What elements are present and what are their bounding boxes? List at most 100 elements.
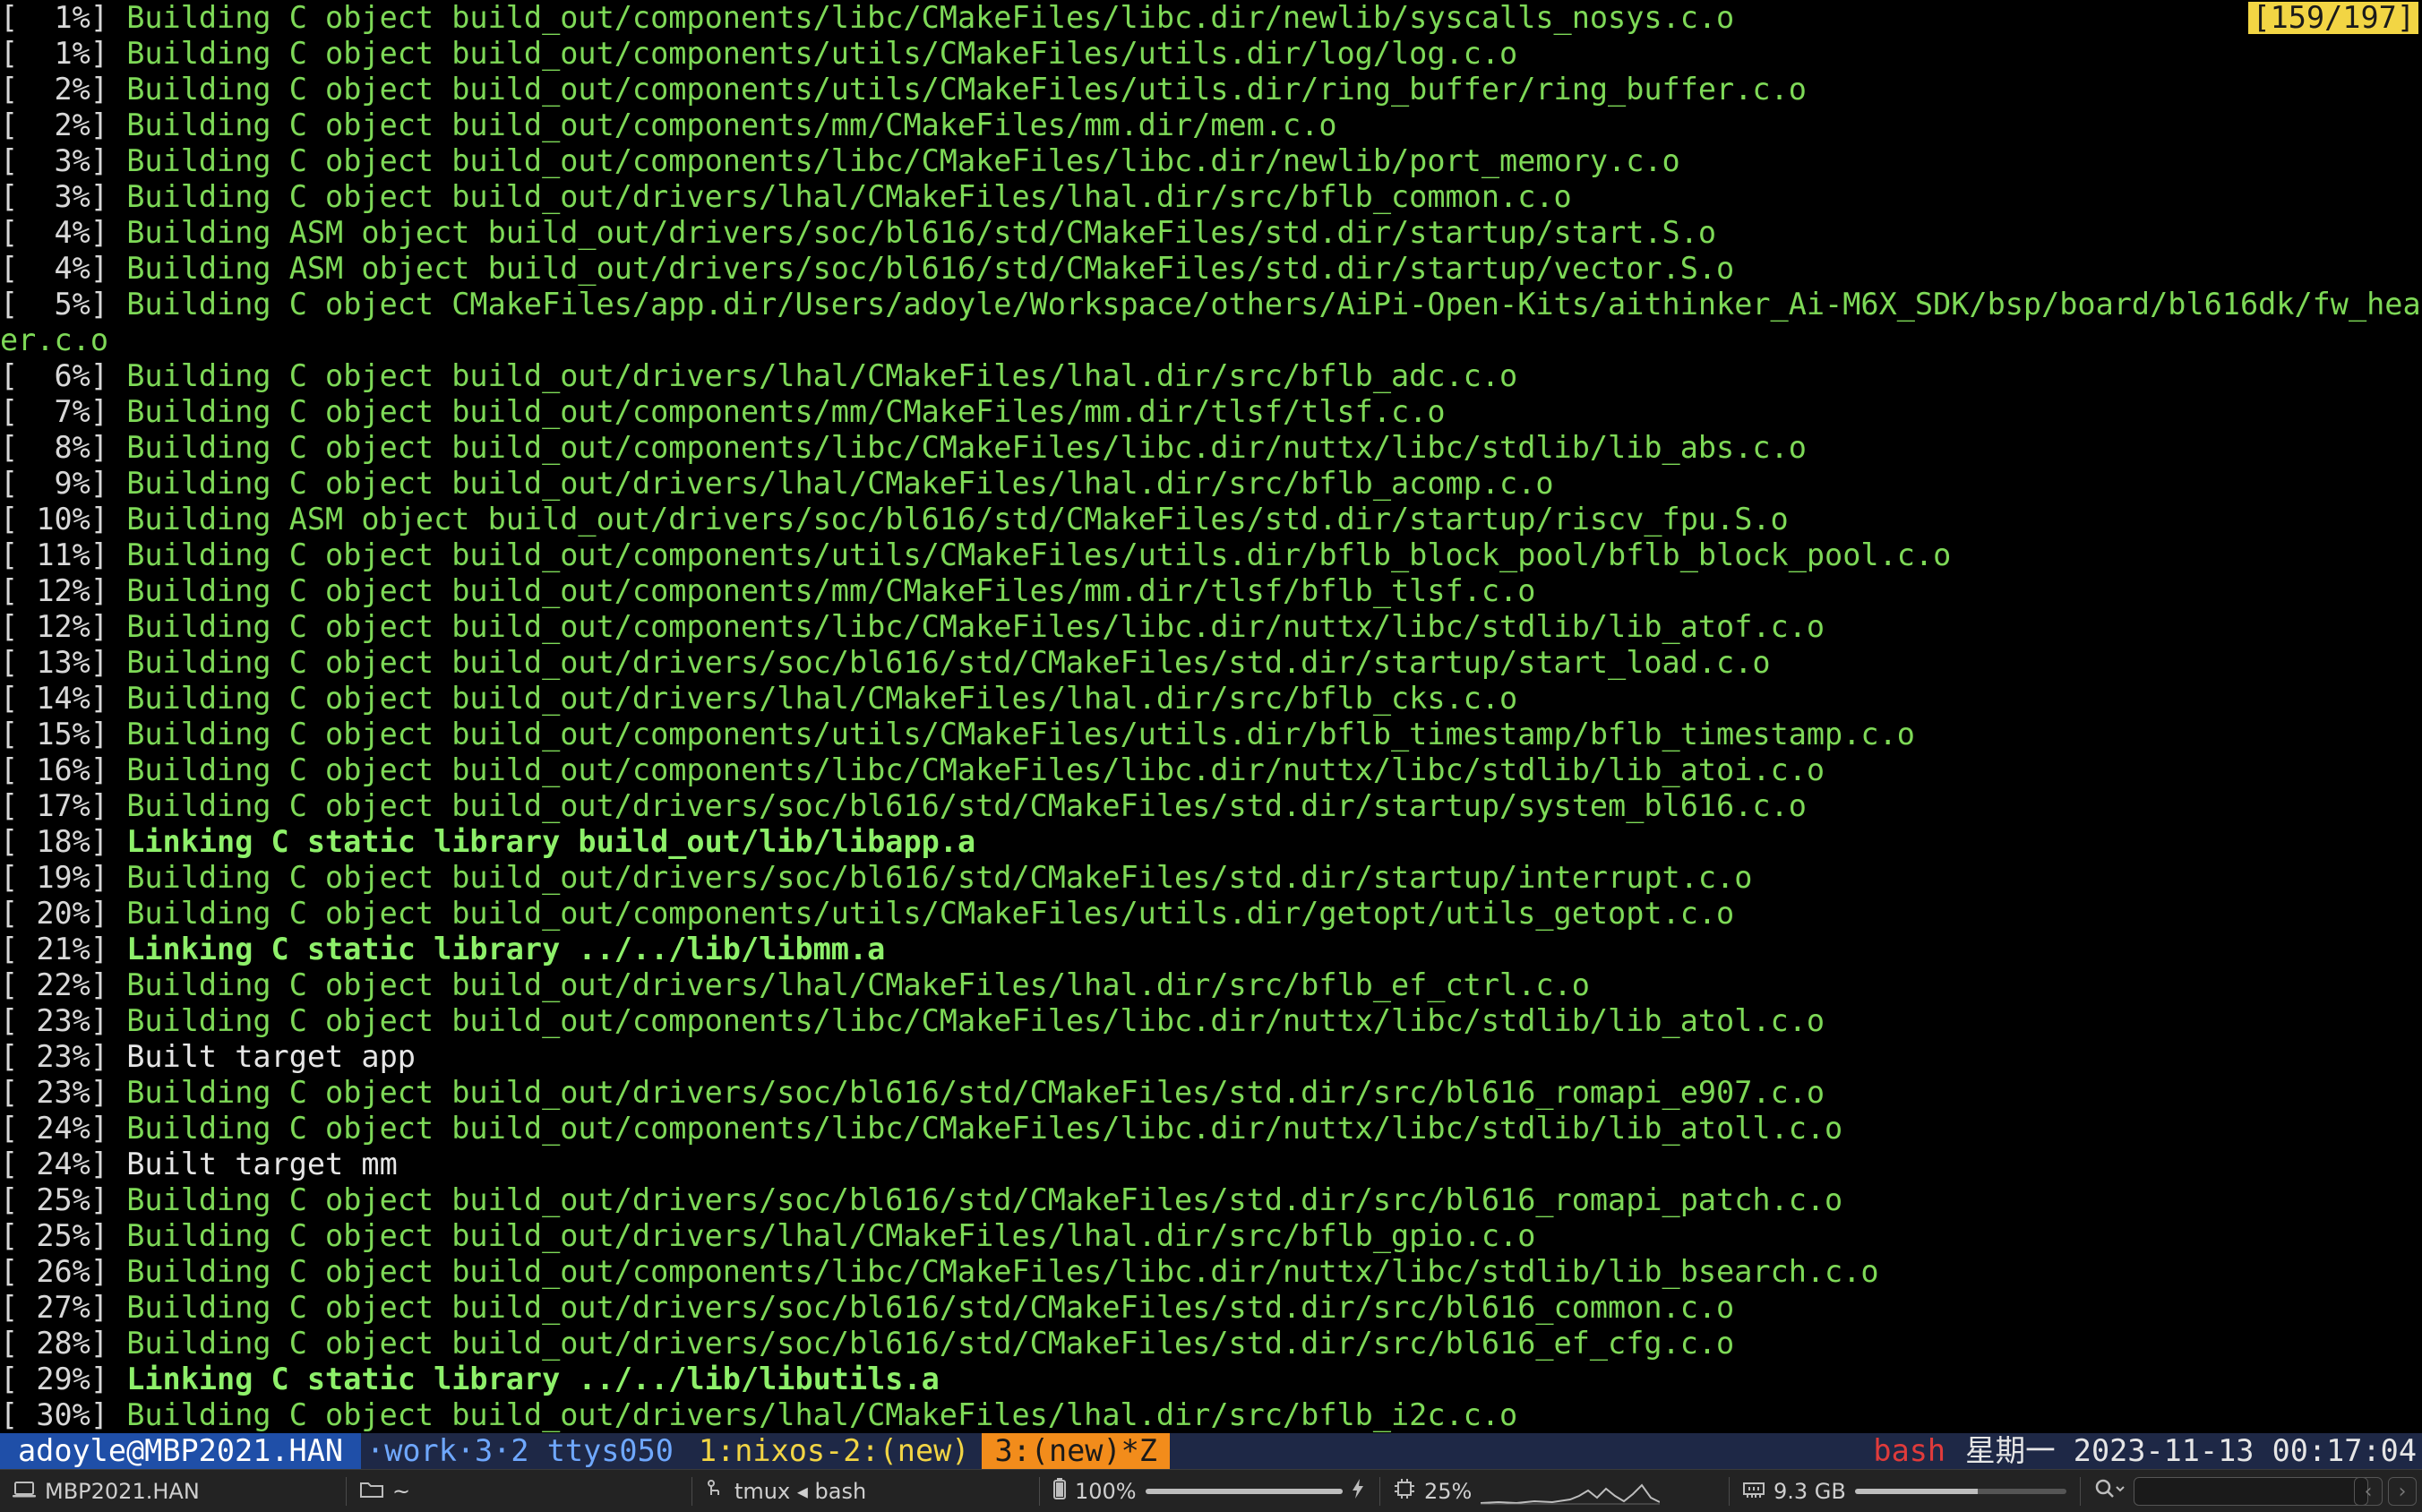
progress-percent: 1% bbox=[18, 0, 90, 35]
build-message: Building C object build_out/drivers/lhal… bbox=[126, 1218, 1536, 1253]
tmux-window-1[interactable]: 1:nixos-2:(new) bbox=[686, 1433, 983, 1469]
progress-percent: 26% bbox=[18, 1254, 90, 1289]
bracket-open: [ bbox=[0, 1254, 19, 1289]
terminal-line: [ 2%] Building C object build_out/compon… bbox=[0, 107, 2422, 143]
progress-percent: 29% bbox=[18, 1362, 90, 1396]
bracket-close: ] bbox=[90, 896, 127, 931]
bracket-close: ] bbox=[90, 466, 127, 501]
directory-segment[interactable]: ~ bbox=[360, 1470, 410, 1512]
bracket-open: [ bbox=[0, 394, 19, 429]
build-message: Building C object build_out/drivers/soc/… bbox=[126, 860, 1753, 895]
terminal-line: [ 9%] Building C object build_out/driver… bbox=[0, 466, 2422, 502]
tmux-session[interactable]: adoyle@MBP2021.HAN bbox=[0, 1433, 362, 1469]
build-message: Building ASM object build_out/drivers/so… bbox=[126, 251, 1735, 286]
build-message: Building C object build_out/components/l… bbox=[126, 609, 1825, 644]
search-icon[interactable] bbox=[2094, 1478, 2125, 1505]
search-segment[interactable] bbox=[2094, 1470, 2368, 1512]
build-counter: [159/197] bbox=[2248, 2, 2418, 34]
progress-percent: 9% bbox=[18, 466, 90, 501]
build-message: Linking C static library ../../lib/libmm… bbox=[126, 932, 886, 966]
progress-percent: 4% bbox=[18, 251, 90, 286]
build-message: Building C object build_out/components/m… bbox=[126, 107, 1337, 142]
bracket-close: ] bbox=[90, 1290, 127, 1325]
terminal-line: [ 25%] Building C object build_out/drive… bbox=[0, 1218, 2422, 1254]
bracket-close: ] bbox=[90, 72, 127, 107]
tmux-datetime: 2023-11-13 00:17:04 bbox=[2073, 1433, 2417, 1468]
build-message: Building ASM object build_out/drivers/so… bbox=[126, 502, 1789, 537]
terminal-line: [ 23%] Building C object build_out/compo… bbox=[0, 1003, 2422, 1039]
bracket-open: [ bbox=[0, 717, 19, 752]
host-segment[interactable]: MBP2021.HAN bbox=[13, 1470, 200, 1512]
build-message: Building C object build_out/drivers/lhal… bbox=[126, 358, 1518, 393]
progress-percent: 20% bbox=[18, 896, 90, 931]
progress-percent: 11% bbox=[18, 537, 90, 572]
progress-percent: 13% bbox=[18, 645, 90, 680]
bracket-open: [ bbox=[0, 215, 19, 250]
terminal-output[interactable]: [ 1%] Building C object build_out/compon… bbox=[0, 0, 2422, 1433]
bracket-open: [ bbox=[0, 967, 19, 1002]
progress-percent: 3% bbox=[18, 179, 90, 214]
bracket-close: ] bbox=[90, 287, 127, 322]
cpu-segment: 25% bbox=[1394, 1470, 1661, 1512]
progress-percent: 3% bbox=[18, 143, 90, 178]
progress-percent: 18% bbox=[18, 824, 90, 859]
back-button[interactable]: ‹ bbox=[2354, 1477, 2383, 1506]
tmux-window-active[interactable]: 3:(new)*Z bbox=[982, 1433, 1170, 1469]
progress-percent: 7% bbox=[18, 394, 90, 429]
bracket-open: [ bbox=[0, 932, 19, 966]
terminal-line: [ 1%] Building C object build_out/compon… bbox=[0, 36, 2422, 72]
cpu-icon bbox=[1394, 1478, 1415, 1505]
tmux-session-info: ·work·3·2 ttys050 bbox=[366, 1433, 674, 1468]
progress-percent: 2% bbox=[18, 72, 90, 107]
bracket-open: [ bbox=[0, 1218, 19, 1253]
build-message: Building C object build_out/drivers/lhal… bbox=[126, 1397, 1518, 1432]
build-message-wrap: er.c.o bbox=[0, 322, 109, 357]
bracket-open: [ bbox=[0, 573, 19, 608]
bracket-close: ] bbox=[90, 358, 127, 393]
terminal-line: [ 24%] Built target mm bbox=[0, 1147, 2422, 1182]
build-message: Building C object build_out/components/l… bbox=[126, 1111, 1843, 1146]
bracket-close: ] bbox=[90, 1326, 127, 1361]
bracket-close: ] bbox=[90, 1111, 127, 1146]
battery-segment: 100% bbox=[1053, 1470, 1364, 1512]
process-icon bbox=[706, 1479, 726, 1504]
memory-label: 9.3 GB bbox=[1774, 1479, 1846, 1504]
bracket-open: [ bbox=[0, 645, 19, 680]
terminal-line: [ 22%] Building C object build_out/drive… bbox=[0, 967, 2422, 1003]
bracket-close: ] bbox=[90, 537, 127, 572]
build-message: Building C object build_out/components/u… bbox=[126, 72, 1807, 107]
bracket-open: [ bbox=[0, 179, 19, 214]
progress-percent: 15% bbox=[18, 717, 90, 752]
terminal-line: [ 19%] Building C object build_out/drive… bbox=[0, 860, 2422, 896]
terminal-line: [ 11%] Building C object build_out/compo… bbox=[0, 537, 2422, 573]
search-input[interactable] bbox=[2134, 1477, 2368, 1506]
build-message: Building C object build_out/drivers/soc/… bbox=[126, 645, 1771, 680]
bracket-close: ] bbox=[90, 0, 127, 35]
bracket-open: [ bbox=[0, 36, 19, 71]
bracket-open: [ bbox=[0, 1147, 19, 1181]
build-message: Building C object build_out/drivers/soc/… bbox=[126, 1326, 1735, 1361]
progress-percent: 25% bbox=[18, 1218, 90, 1253]
terminal-line: [ 5%] Building C object CMakeFiles/app.d… bbox=[0, 287, 2422, 322]
terminal-line: [ 21%] Linking C static library ../../li… bbox=[0, 932, 2422, 967]
bracket-close: ] bbox=[90, 430, 127, 465]
process-segment[interactable]: tmux ◂ bash bbox=[706, 1470, 866, 1512]
bracket-close: ] bbox=[90, 717, 127, 752]
progress-percent: 22% bbox=[18, 967, 90, 1002]
bracket-close: ] bbox=[90, 36, 127, 71]
bracket-open: [ bbox=[0, 1397, 19, 1432]
bracket-close: ] bbox=[90, 107, 127, 142]
build-message: Building C object build_out/components/l… bbox=[126, 430, 1807, 465]
forward-button[interactable]: › bbox=[2388, 1477, 2417, 1506]
bracket-open: [ bbox=[0, 1075, 19, 1110]
terminal-line: [ 1%] Building C object build_out/compon… bbox=[0, 0, 2422, 36]
bracket-open: [ bbox=[0, 1290, 19, 1325]
terminal-line: [ 18%] Linking C static library build_ou… bbox=[0, 824, 2422, 860]
progress-percent: 19% bbox=[18, 860, 90, 895]
build-message: Linking C static library build_out/lib/l… bbox=[126, 824, 976, 859]
bracket-close: ] bbox=[90, 251, 127, 286]
build-message: Building C object build_out/components/m… bbox=[126, 573, 1536, 608]
memory-meter bbox=[1854, 1489, 2066, 1494]
build-message: Building C object build_out/components/l… bbox=[126, 1254, 1879, 1289]
terminal-line: [ 12%] Building C object build_out/compo… bbox=[0, 573, 2422, 609]
